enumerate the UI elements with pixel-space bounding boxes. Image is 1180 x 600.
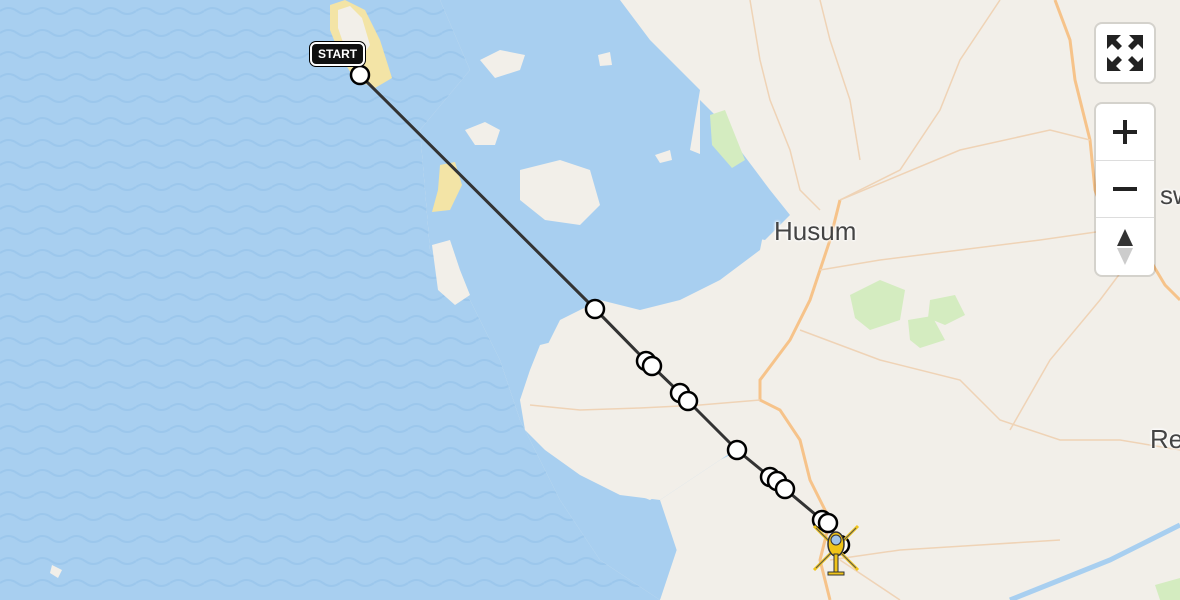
place-label-sw: sw	[1160, 180, 1180, 210]
zoom-out-icon	[1113, 187, 1137, 191]
waypoint[interactable]	[774, 478, 796, 500]
zoom-in-icon	[1113, 120, 1137, 144]
zoom-out-button[interactable]	[1096, 161, 1154, 218]
waypoint[interactable]	[584, 298, 606, 320]
waypoint-start[interactable]	[349, 64, 371, 86]
waypoint[interactable]	[677, 390, 699, 412]
compass-icon	[1117, 228, 1133, 265]
fullscreen-control	[1096, 24, 1154, 82]
compass-button[interactable]	[1096, 218, 1154, 275]
place-label-husum: Husum	[774, 216, 857, 246]
map-canvas[interactable]	[0, 0, 1180, 600]
waypoint[interactable]	[817, 512, 839, 534]
zoom-control	[1096, 104, 1154, 275]
zoom-in-button[interactable]	[1096, 104, 1154, 161]
fullscreen-icon	[1107, 35, 1143, 71]
waypoint[interactable]	[641, 355, 663, 377]
start-label: START	[310, 42, 366, 66]
fullscreen-button[interactable]	[1096, 24, 1154, 82]
waypoint[interactable]	[726, 439, 748, 461]
place-label-re: Re	[1150, 424, 1180, 454]
